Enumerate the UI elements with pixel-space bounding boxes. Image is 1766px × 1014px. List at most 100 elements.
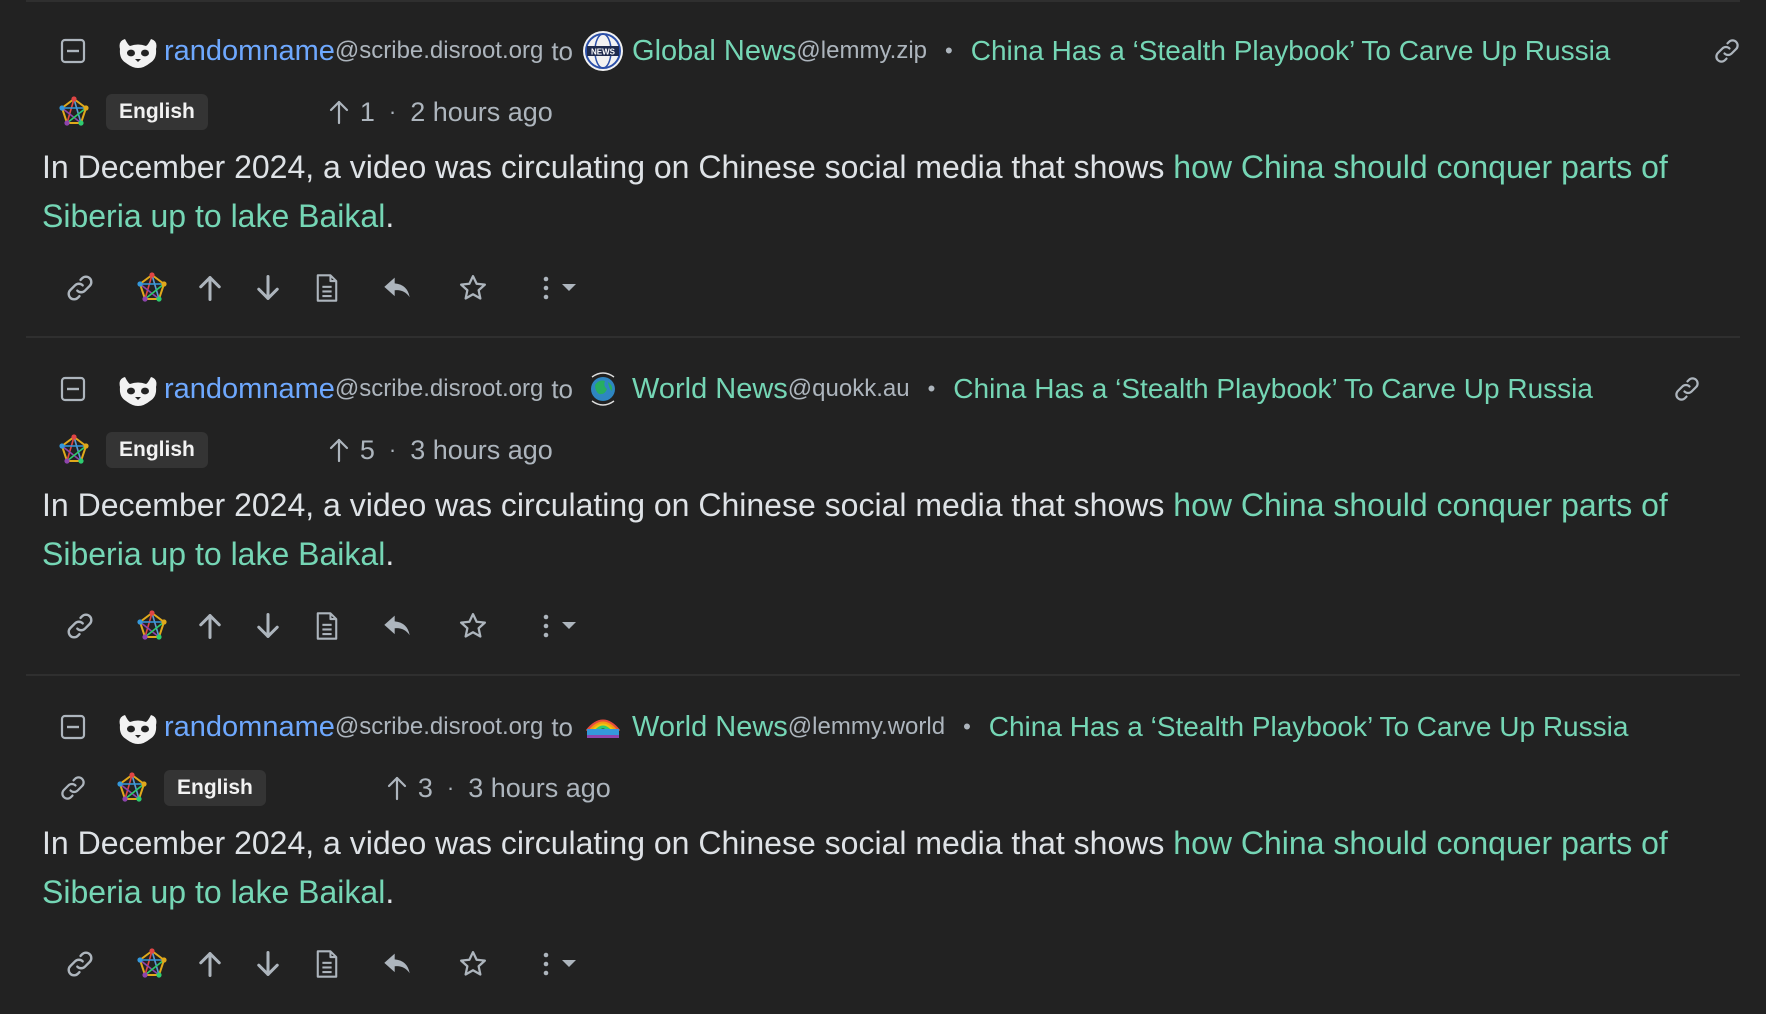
global-news-icon[interactable]: NEWS: [581, 29, 625, 73]
user-avatar-icon[interactable]: [116, 705, 160, 749]
comment-body-link[interactable]: how China should conquer parts of: [1173, 825, 1668, 861]
fediverse-icon[interactable]: [136, 610, 168, 642]
collapse-toggle-icon[interactable]: [60, 38, 86, 64]
comment-text: In December 2024, a video was circulatin…: [42, 149, 1174, 185]
user-link[interactable]: randomname: [164, 35, 335, 68]
comment-text: In December 2024, a video was circulatin…: [42, 487, 1174, 523]
to-label: to: [551, 711, 574, 742]
reply-icon[interactable]: [382, 950, 412, 978]
downvote-icon[interactable]: [254, 611, 282, 641]
comment-body-link[interactable]: Siberia up to lake Baikal: [42, 536, 385, 572]
upvote-icon[interactable]: [196, 949, 224, 979]
upvote-icon[interactable]: [196, 611, 224, 641]
user-link[interactable]: randomname: [164, 373, 335, 406]
score-arrow-icon: [328, 99, 350, 125]
user-avatar-icon[interactable]: [116, 29, 160, 73]
separator-dot: ·: [446, 775, 455, 800]
link-icon[interactable]: [64, 948, 96, 980]
user-instance[interactable]: @scribe.disroot.org: [335, 37, 543, 65]
link-icon[interactable]: [64, 610, 96, 642]
language-badge: English: [106, 432, 208, 468]
separator-dot: •: [945, 38, 953, 63]
comment-body-link[interactable]: how China should conquer parts of: [1173, 149, 1668, 185]
save-star-icon[interactable]: [458, 611, 488, 641]
score-arrow-icon: [328, 437, 350, 463]
more-options-icon[interactable]: [540, 273, 580, 303]
comment-meta: English 5 · 3 hours ago: [58, 430, 553, 470]
post-title-link[interactable]: China Has a ‘Stealth Playbook’ To Carve …: [971, 35, 1611, 67]
comment-body: In December 2024, a video was circulatin…: [42, 143, 1742, 241]
collapse-toggle-icon[interactable]: [60, 376, 86, 402]
user-link[interactable]: randomname: [164, 711, 335, 744]
comment-body-link[interactable]: Siberia up to lake Baikal: [42, 874, 385, 910]
community-link[interactable]: Global News: [632, 35, 796, 68]
reply-icon[interactable]: [382, 274, 412, 302]
reply-icon[interactable]: [382, 612, 412, 640]
user-avatar-icon[interactable]: [116, 367, 160, 411]
post-title-link[interactable]: China Has a ‘Stealth Playbook’ To Carve …: [989, 711, 1629, 743]
separator-dot: ·: [388, 99, 397, 124]
community-link[interactable]: World News: [632, 711, 788, 744]
comment-header: randomname @scribe.disroot.org to NEWS G…: [60, 28, 1742, 74]
comment-body: In December 2024, a video was circulatin…: [42, 481, 1742, 579]
score-value: 5: [359, 434, 375, 465]
link-icon[interactable]: [58, 773, 88, 803]
view-source-icon[interactable]: [314, 273, 340, 303]
downvote-icon[interactable]: [254, 273, 282, 303]
comment-meta: English 1 · 2 hours ago: [58, 92, 553, 132]
comment-body-link[interactable]: how China should conquer parts of: [1173, 487, 1668, 523]
community-instance[interactable]: @lemmy.zip: [796, 37, 927, 65]
community-instance[interactable]: @quokk.au: [788, 375, 910, 403]
comment-actions: [64, 604, 580, 648]
comment-text-end: .: [385, 198, 395, 234]
community-link[interactable]: World News: [632, 373, 788, 406]
comment-1: randomname @scribe.disroot.org to NEWS G…: [0, 0, 1766, 338]
separator-dot: •: [927, 376, 936, 401]
fediverse-icon[interactable]: [136, 272, 168, 304]
view-source-icon[interactable]: [314, 611, 340, 641]
comment-body-link[interactable]: Siberia up to lake Baikal: [42, 198, 385, 234]
language-badge: English: [106, 94, 208, 130]
score-arrow-icon: [386, 775, 408, 801]
post-title-link[interactable]: China Has a ‘Stealth Playbook’ To Carve …: [953, 373, 1593, 405]
view-source-icon[interactable]: [314, 949, 340, 979]
timestamp[interactable]: 3 hours ago: [468, 773, 611, 804]
comment-text: In December 2024, a video was circulatin…: [42, 825, 1174, 861]
comment-text-end: .: [385, 536, 395, 572]
comment-3: randomname @scribe.disroot.org to World …: [0, 676, 1766, 1014]
fediverse-icon: [58, 96, 90, 128]
save-star-icon[interactable]: [458, 273, 488, 303]
svg-text:NEWS: NEWS: [591, 48, 616, 57]
timestamp[interactable]: 2 hours ago: [410, 97, 553, 128]
link-icon[interactable]: [1712, 36, 1742, 66]
fediverse-icon: [58, 434, 90, 466]
separator-dot: •: [963, 714, 971, 739]
more-options-icon[interactable]: [540, 949, 580, 979]
more-options-icon[interactable]: [540, 611, 580, 641]
comment-actions: [64, 266, 580, 310]
comment-2: randomname @scribe.disroot.org to World …: [0, 338, 1766, 676]
community-instance[interactable]: @lemmy.world: [788, 713, 945, 741]
to-label: to: [551, 373, 574, 404]
collapse-toggle-icon[interactable]: [60, 714, 86, 740]
downvote-icon[interactable]: [254, 949, 282, 979]
timestamp[interactable]: 3 hours ago: [410, 435, 553, 466]
comment-header: randomname @scribe.disroot.org to World …: [60, 366, 1742, 412]
comment-text-end: .: [385, 874, 395, 910]
user-instance[interactable]: @scribe.disroot.org: [335, 375, 543, 403]
comment-meta: English 3 · 3 hours ago: [58, 768, 611, 808]
comment-header: randomname @scribe.disroot.org to World …: [60, 704, 1742, 750]
upvote-icon[interactable]: [196, 273, 224, 303]
comment-body: In December 2024, a video was circulatin…: [42, 819, 1742, 917]
link-icon[interactable]: [1672, 374, 1702, 404]
world-news-rainbow-icon[interactable]: [581, 705, 625, 749]
user-instance[interactable]: @scribe.disroot.org: [335, 713, 543, 741]
language-badge: English: [164, 770, 266, 806]
link-icon[interactable]: [64, 272, 96, 304]
to-label: to: [551, 35, 574, 66]
fediverse-icon: [116, 772, 148, 804]
fediverse-icon[interactable]: [136, 948, 168, 980]
world-news-globe-icon[interactable]: [581, 367, 625, 411]
score-value: 1: [359, 96, 375, 127]
save-star-icon[interactable]: [458, 949, 488, 979]
